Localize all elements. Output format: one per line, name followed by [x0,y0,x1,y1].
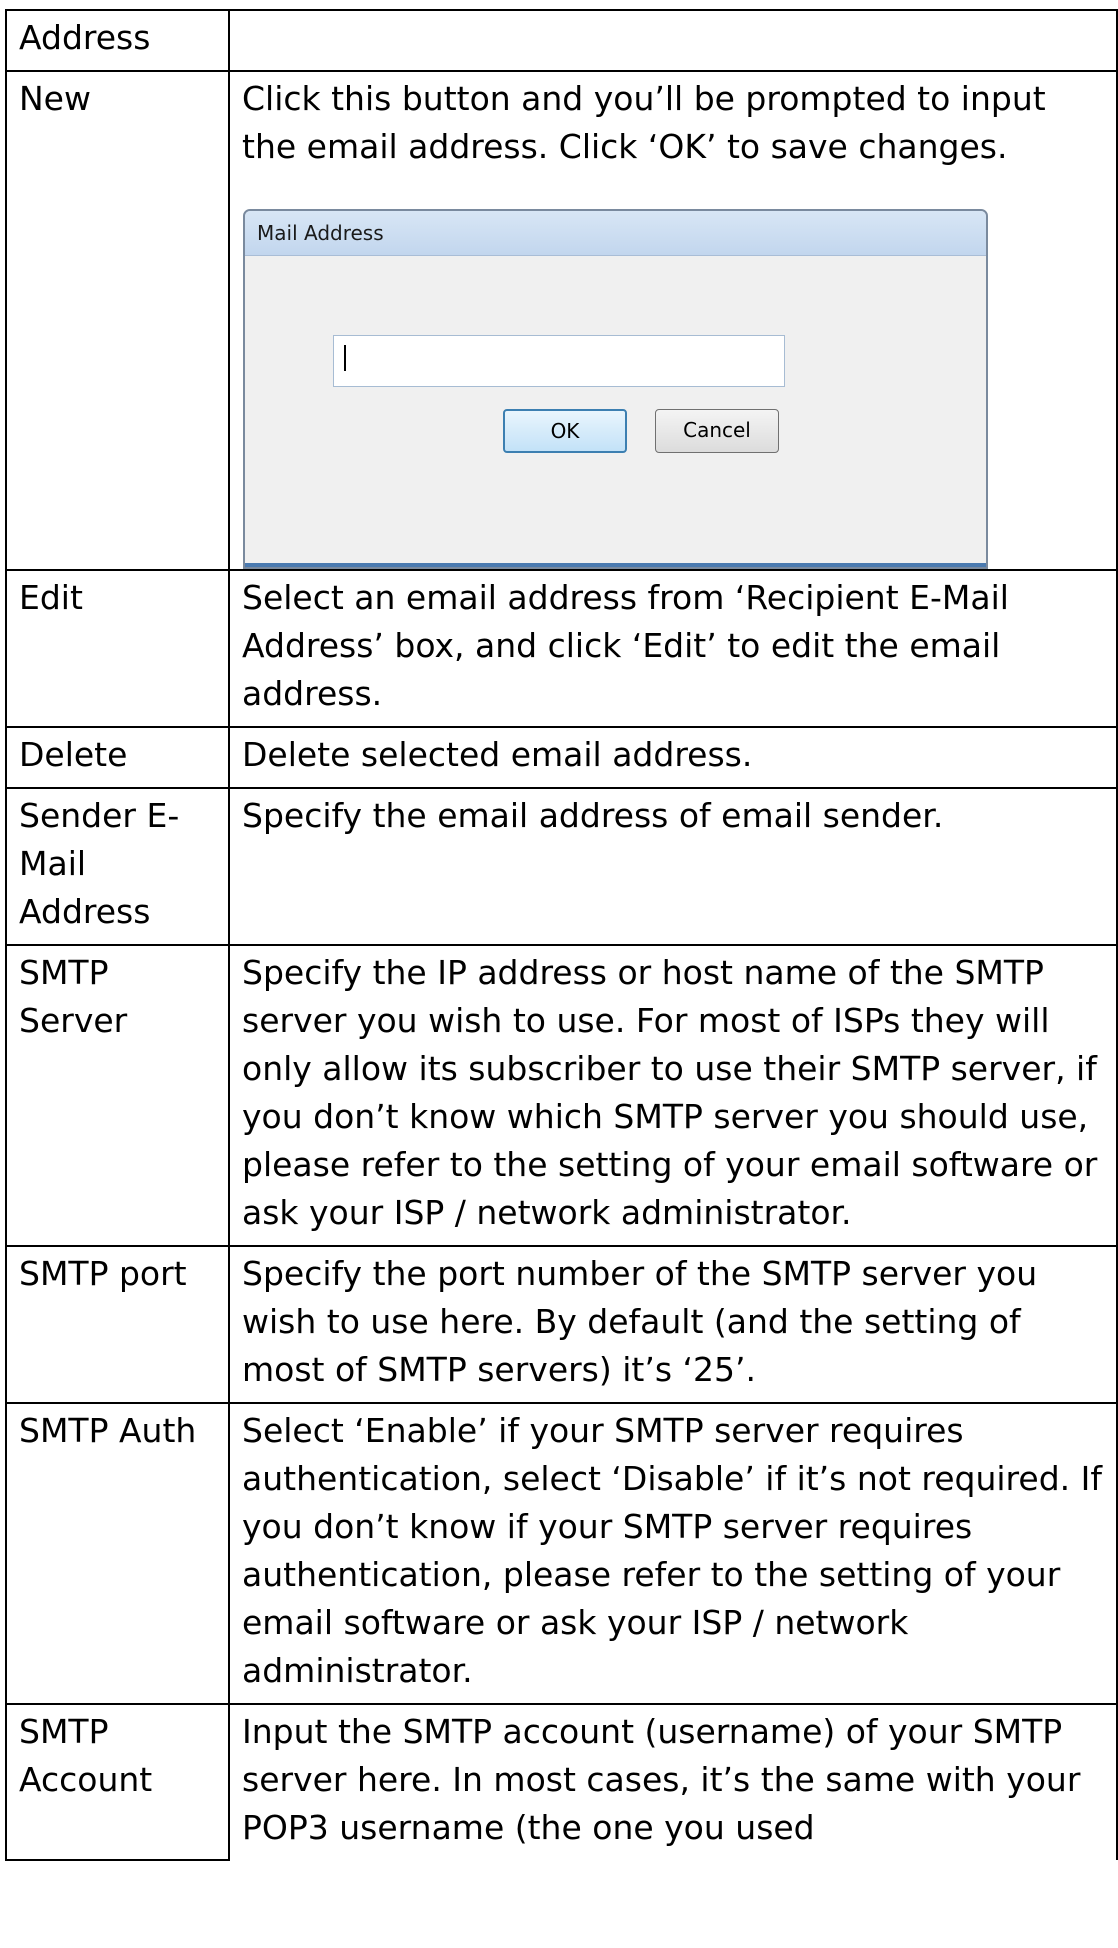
table-row: Delete Delete selected email address. [5,726,1118,789]
table-row: SMTP Auth Select ‘Enable’ if your SMTP s… [5,1402,1118,1705]
email-address-input[interactable] [333,335,785,387]
description-cell: Select an email address from ‘Recipient … [228,569,1118,728]
term-cell: SMTP port [5,1245,230,1404]
mail-address-dialog: Mail Address OK Cancel [243,209,988,569]
term-cell: SMTP Auth [5,1402,230,1705]
table-row: New Click this button and you’ll be prom… [5,70,1118,571]
dialog-border-accent [245,563,986,567]
table-row: Address [5,9,1118,72]
description-cell: Specify the email address of email sende… [228,787,1118,946]
description-text: Click this button and you’ll be prompted… [242,79,1046,166]
settings-table: Address New Click this button and you’ll… [5,9,1118,1861]
term-cell: Sender E-Mail Address [5,787,230,946]
term-cell: New [5,70,230,571]
description-cell: Select ‘Enable’ if your SMTP server requ… [228,1402,1118,1705]
description-cell: Click this button and you’ll be prompted… [228,70,1118,571]
term-cell: SMTP Account [5,1703,230,1861]
term-cell: Delete [5,726,230,789]
dialog-title: Mail Address [245,211,986,256]
description-cell: Delete selected email address. [228,726,1118,789]
cancel-button[interactable]: Cancel [655,409,779,453]
term-cell: Edit [5,569,230,728]
description-cell: Input the SMTP account (username) of you… [228,1703,1118,1860]
table-row: SMTP Account Input the SMTP account (use… [5,1703,1118,1861]
description-cell: Specify the IP address or host name of t… [228,944,1118,1247]
term-cell: Address [5,9,230,72]
table-row: Edit Select an email address from ‘Recip… [5,569,1118,728]
description-cell [228,9,1118,72]
table-row: SMTP port Specify the port number of the… [5,1245,1118,1404]
ok-button[interactable]: OK [503,409,627,453]
term-cell: SMTP Server [5,944,230,1247]
text-caret [344,345,346,371]
table-row: SMTP Server Specify the IP address or ho… [5,944,1118,1247]
table-row: Sender E-Mail Address Specify the email … [5,787,1118,946]
description-cell: Specify the port number of the SMTP serv… [228,1245,1118,1404]
